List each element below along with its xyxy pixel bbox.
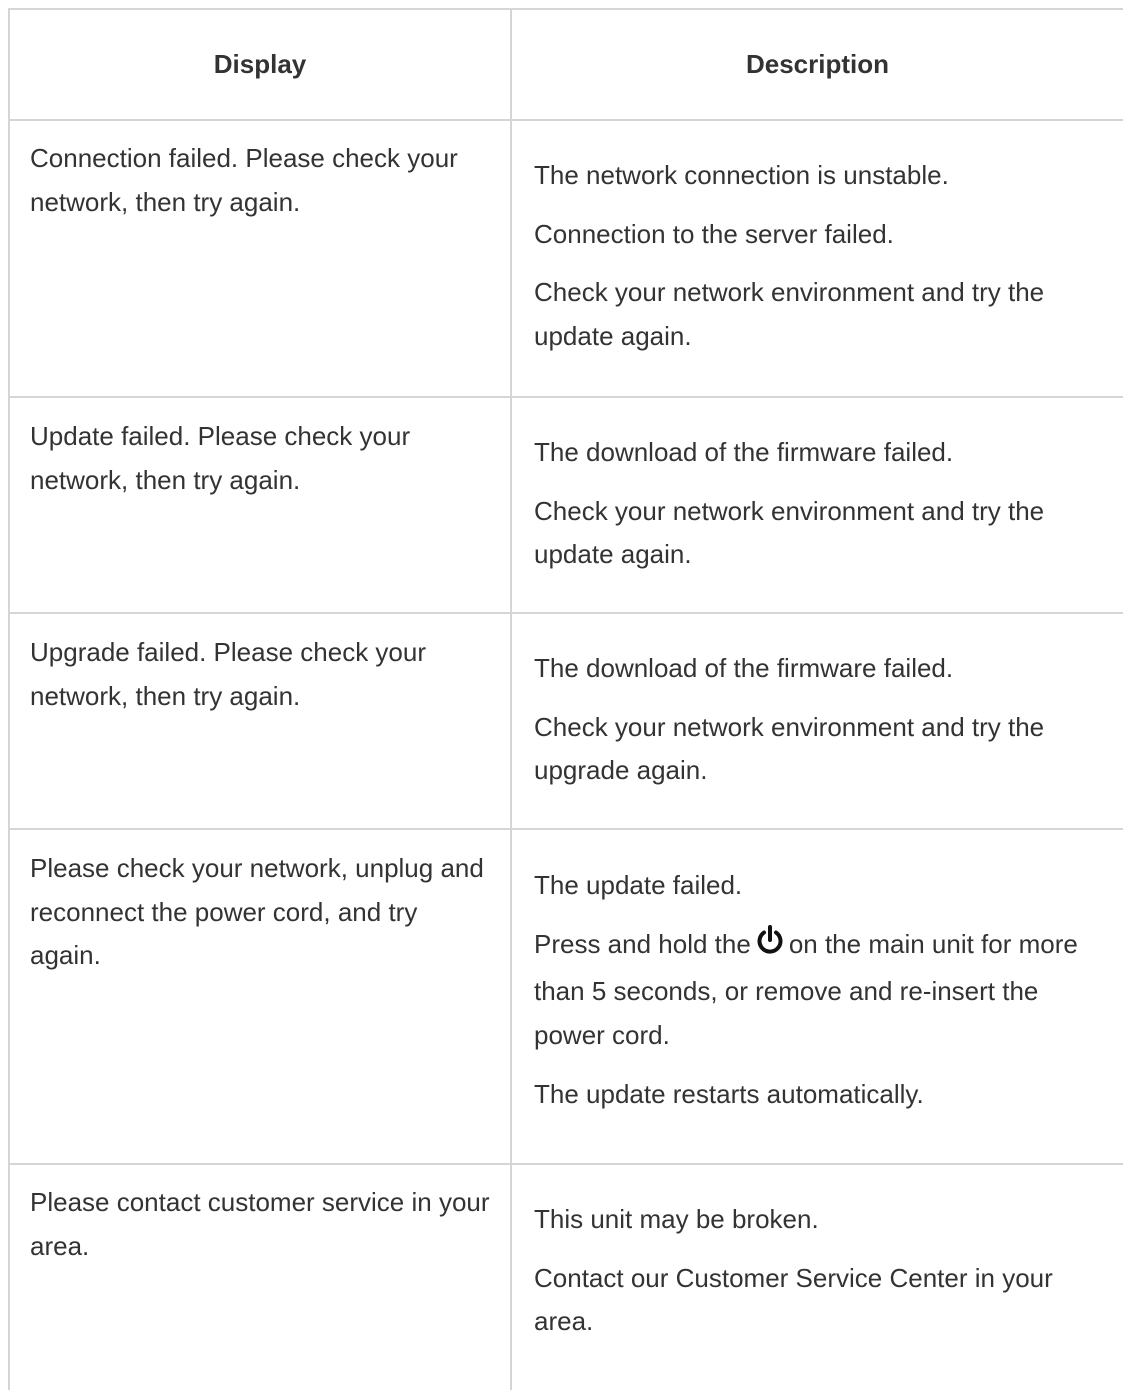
- description-line: Press and hold the on the main unit for m…: [534, 923, 1109, 1058]
- column-divider: [510, 10, 512, 1390]
- display-message: Update failed. Please check your network…: [30, 421, 411, 495]
- description-cell: The download of the firmware failed. Che…: [534, 647, 1109, 808]
- display-message: Please contact customer service in your …: [30, 1187, 490, 1261]
- display-message: Please check your network, unplug and re…: [30, 853, 484, 971]
- description-cell: This unit may be broken. Contact our Cus…: [534, 1198, 1109, 1359]
- description-cell: The network connection is unstable. Conn…: [534, 154, 1109, 374]
- description-line: The network connection is unstable.: [534, 160, 949, 190]
- description-text: Press and hold the: [534, 928, 751, 959]
- description-line: The download of the firmware failed.: [534, 437, 954, 467]
- description-line: Check your network environment and try t…: [534, 277, 1045, 352]
- description-line: Check your network environment and try t…: [534, 711, 1045, 786]
- description-line: The update failed.: [534, 870, 743, 900]
- row-divider: [10, 828, 1123, 830]
- column-header-display: Display: [213, 49, 307, 79]
- description-line: Connection to the server failed.: [534, 218, 894, 249]
- row-divider: [10, 612, 1123, 614]
- display-message: Connection failed. Please check your net…: [30, 143, 458, 217]
- description-line: This unit may be broken.: [534, 1204, 819, 1234]
- row-divider: [10, 396, 1123, 398]
- description-line: Check your network environment and try t…: [534, 495, 1045, 570]
- display-message: Upgrade failed. Please check your networ…: [30, 637, 427, 711]
- power-icon: [755, 924, 785, 971]
- description-cell: The update failed. Press and hold the on …: [534, 864, 1109, 1131]
- description-line: The update restarts automatically.: [534, 1078, 924, 1109]
- description-line: Contact our Customer Service Center in y…: [534, 1262, 1053, 1337]
- column-header-description: Description: [745, 49, 890, 79]
- row-divider: [10, 1163, 1123, 1165]
- header-divider: [10, 119, 1123, 121]
- description-cell: The download of the firmware failed. Che…: [534, 431, 1109, 592]
- description-line: The download of the firmware failed.: [534, 653, 954, 683]
